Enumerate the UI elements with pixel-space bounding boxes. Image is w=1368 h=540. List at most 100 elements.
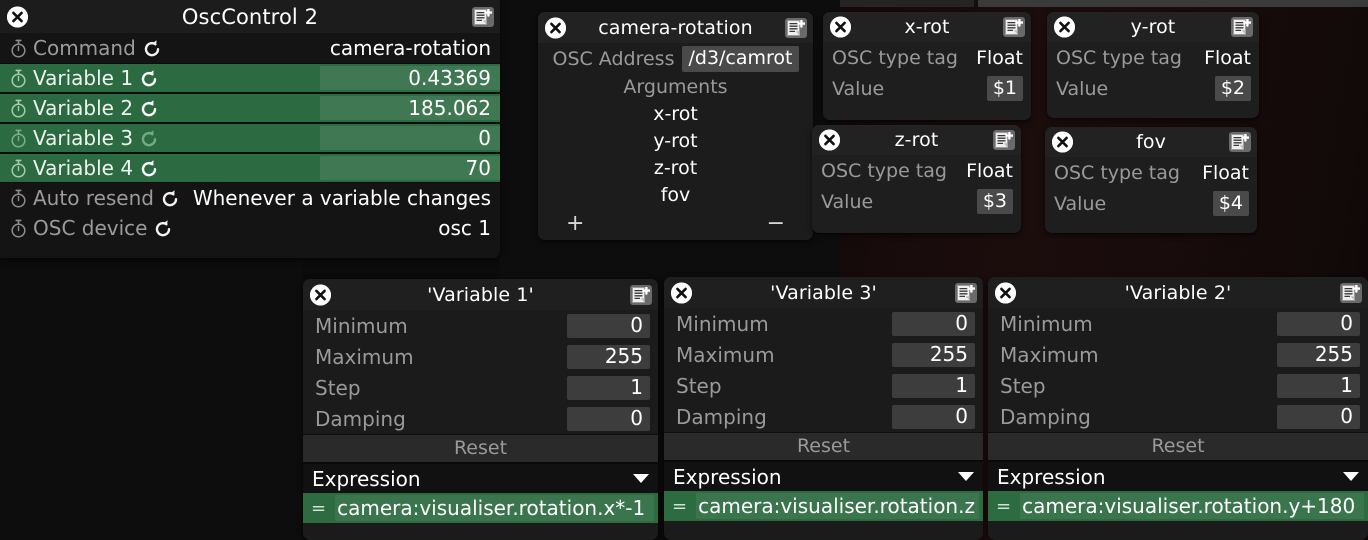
argument-item-z-rot[interactable]: z-rot: [538, 155, 813, 182]
minimum-row[interactable]: Minimum 0: [988, 308, 1368, 339]
minimum-row[interactable]: Minimum 0: [664, 308, 983, 339]
close-icon[interactable]: [545, 17, 566, 38]
maximum-row[interactable]: Maximum 255: [988, 339, 1368, 370]
note-add-icon[interactable]: [1229, 132, 1251, 152]
value-row[interactable]: Value $1: [823, 73, 1031, 104]
expression-dropdown[interactable]: Expression: [303, 462, 658, 493]
reset-arrow-icon[interactable]: [161, 189, 180, 208]
close-icon[interactable]: [1052, 131, 1073, 153]
value-input[interactable]: $4: [1212, 191, 1249, 216]
chevron-down-icon[interactable]: [958, 472, 974, 481]
reset-arrow-icon[interactable]: [143, 39, 162, 58]
reset-button[interactable]: Reset: [988, 432, 1368, 460]
maximum-row[interactable]: Maximum 255: [303, 341, 658, 372]
type-tag-row[interactable]: OSC type tag Float: [1045, 157, 1257, 188]
close-icon[interactable]: [1054, 16, 1075, 38]
maximum-input[interactable]: 255: [892, 342, 975, 367]
osc-row-variable-1[interactable]: Variable 1 0.43369: [0, 63, 500, 93]
step-input[interactable]: 1: [1277, 373, 1360, 398]
step-input[interactable]: 1: [892, 373, 975, 398]
value-input[interactable]: $3: [976, 189, 1013, 214]
close-icon[interactable]: [995, 282, 1016, 303]
reset-arrow-icon[interactable]: [140, 129, 159, 148]
note-add-icon[interactable]: [785, 17, 807, 38]
osc-row-osc-device[interactable]: OSC device osc 1: [0, 213, 500, 243]
chevron-down-icon[interactable]: [633, 474, 649, 483]
close-icon[interactable]: [819, 129, 840, 151]
close-icon[interactable]: [7, 6, 28, 27]
osc-address-row[interactable]: OSC Address /d3/camrot: [538, 43, 813, 74]
argument-item-y-rot[interactable]: y-rot: [538, 128, 813, 155]
type-tag-row[interactable]: OSC type tag Float: [1047, 42, 1259, 73]
expression-value-row[interactable]: = camera:visualiser.rotation.x*-1: [303, 493, 658, 523]
add-argument-button[interactable]: +: [566, 211, 584, 236]
osc-row-value[interactable]: 0: [320, 126, 500, 150]
osc-row-value[interactable]: camera-rotation: [330, 36, 500, 60]
damping-row[interactable]: Damping 0: [988, 401, 1368, 432]
minimum-input[interactable]: 0: [567, 313, 650, 338]
expression-input[interactable]: camera:visualiser.rotation.x*-1: [335, 495, 654, 521]
close-icon[interactable]: [310, 284, 331, 305]
osc-row-auto-resend[interactable]: Auto resend Whenever a variable changes: [0, 183, 500, 213]
step-input[interactable]: 1: [567, 375, 650, 400]
type-tag-row[interactable]: OSC type tag Float: [823, 42, 1031, 73]
osc-row-value[interactable]: 70: [320, 156, 500, 180]
type-tag-value[interactable]: Float: [1204, 47, 1251, 69]
osc-row-variable-3[interactable]: Variable 3 0: [0, 123, 500, 153]
expression-dropdown[interactable]: Expression: [988, 460, 1368, 491]
osc-row-command[interactable]: Command camera-rotation: [0, 33, 500, 63]
value-row[interactable]: Value $4: [1045, 188, 1257, 219]
damping-input[interactable]: 0: [567, 406, 650, 431]
reset-arrow-icon[interactable]: [140, 69, 159, 88]
reset-arrow-icon[interactable]: [154, 219, 173, 238]
expression-input[interactable]: camera:visualiser.rotation.z: [696, 493, 979, 519]
reset-button[interactable]: Reset: [664, 432, 983, 460]
step-row[interactable]: Step 1: [988, 370, 1368, 401]
note-add-icon[interactable]: [630, 284, 652, 305]
remove-argument-button[interactable]: −: [767, 211, 785, 236]
step-row[interactable]: Step 1: [303, 372, 658, 403]
expression-value-row[interactable]: = camera:visualiser.rotation.z: [664, 491, 983, 521]
reset-arrow-icon[interactable]: [140, 99, 159, 118]
osc-row-value[interactable]: osc 1: [438, 216, 500, 240]
value-input[interactable]: $2: [1214, 76, 1251, 101]
minimum-row[interactable]: Minimum 0: [303, 310, 658, 341]
damping-row[interactable]: Damping 0: [664, 401, 983, 432]
damping-row[interactable]: Damping 0: [303, 403, 658, 434]
value-row[interactable]: Value $3: [812, 186, 1021, 217]
type-tag-value[interactable]: Float: [1202, 162, 1249, 184]
osc-row-value[interactable]: Whenever a variable changes: [193, 186, 500, 210]
step-row[interactable]: Step 1: [664, 370, 983, 401]
osc-row-variable-4[interactable]: Variable 4 70: [0, 153, 500, 183]
type-tag-value[interactable]: Float: [976, 47, 1023, 69]
note-add-icon[interactable]: [1231, 17, 1253, 37]
osc-address-input[interactable]: /d3/camrot: [682, 45, 799, 72]
osc-row-value[interactable]: 0.43369: [320, 66, 500, 90]
note-add-icon[interactable]: [1003, 17, 1025, 37]
note-add-icon[interactable]: [1340, 282, 1362, 303]
type-tag-value[interactable]: Float: [966, 160, 1013, 182]
type-tag-row[interactable]: OSC type tag Float: [812, 155, 1021, 186]
close-icon[interactable]: [830, 16, 851, 38]
note-add-icon[interactable]: [993, 130, 1015, 150]
damping-input[interactable]: 0: [892, 404, 975, 429]
maximum-input[interactable]: 255: [567, 344, 650, 369]
value-row[interactable]: Value $2: [1047, 73, 1259, 104]
minimum-input[interactable]: 0: [892, 311, 975, 336]
chevron-down-icon[interactable]: [1343, 472, 1359, 481]
note-add-icon[interactable]: [472, 6, 494, 27]
damping-input[interactable]: 0: [1277, 404, 1360, 429]
argument-item-fov[interactable]: fov: [538, 182, 813, 209]
expression-dropdown[interactable]: Expression: [664, 460, 983, 491]
expression-input[interactable]: camera:visualiser.rotation.y+180: [1020, 493, 1364, 519]
argument-item-x-rot[interactable]: x-rot: [538, 101, 813, 128]
minimum-input[interactable]: 0: [1277, 311, 1360, 336]
osc-row-variable-2[interactable]: Variable 2 185.062: [0, 93, 500, 123]
reset-button[interactable]: Reset: [303, 434, 658, 462]
expression-value-row[interactable]: = camera:visualiser.rotation.y+180: [988, 491, 1368, 521]
note-add-icon[interactable]: [955, 282, 977, 303]
maximum-input[interactable]: 255: [1277, 342, 1360, 367]
value-input[interactable]: $1: [986, 76, 1023, 101]
close-icon[interactable]: [671, 282, 692, 303]
maximum-row[interactable]: Maximum 255: [664, 339, 983, 370]
